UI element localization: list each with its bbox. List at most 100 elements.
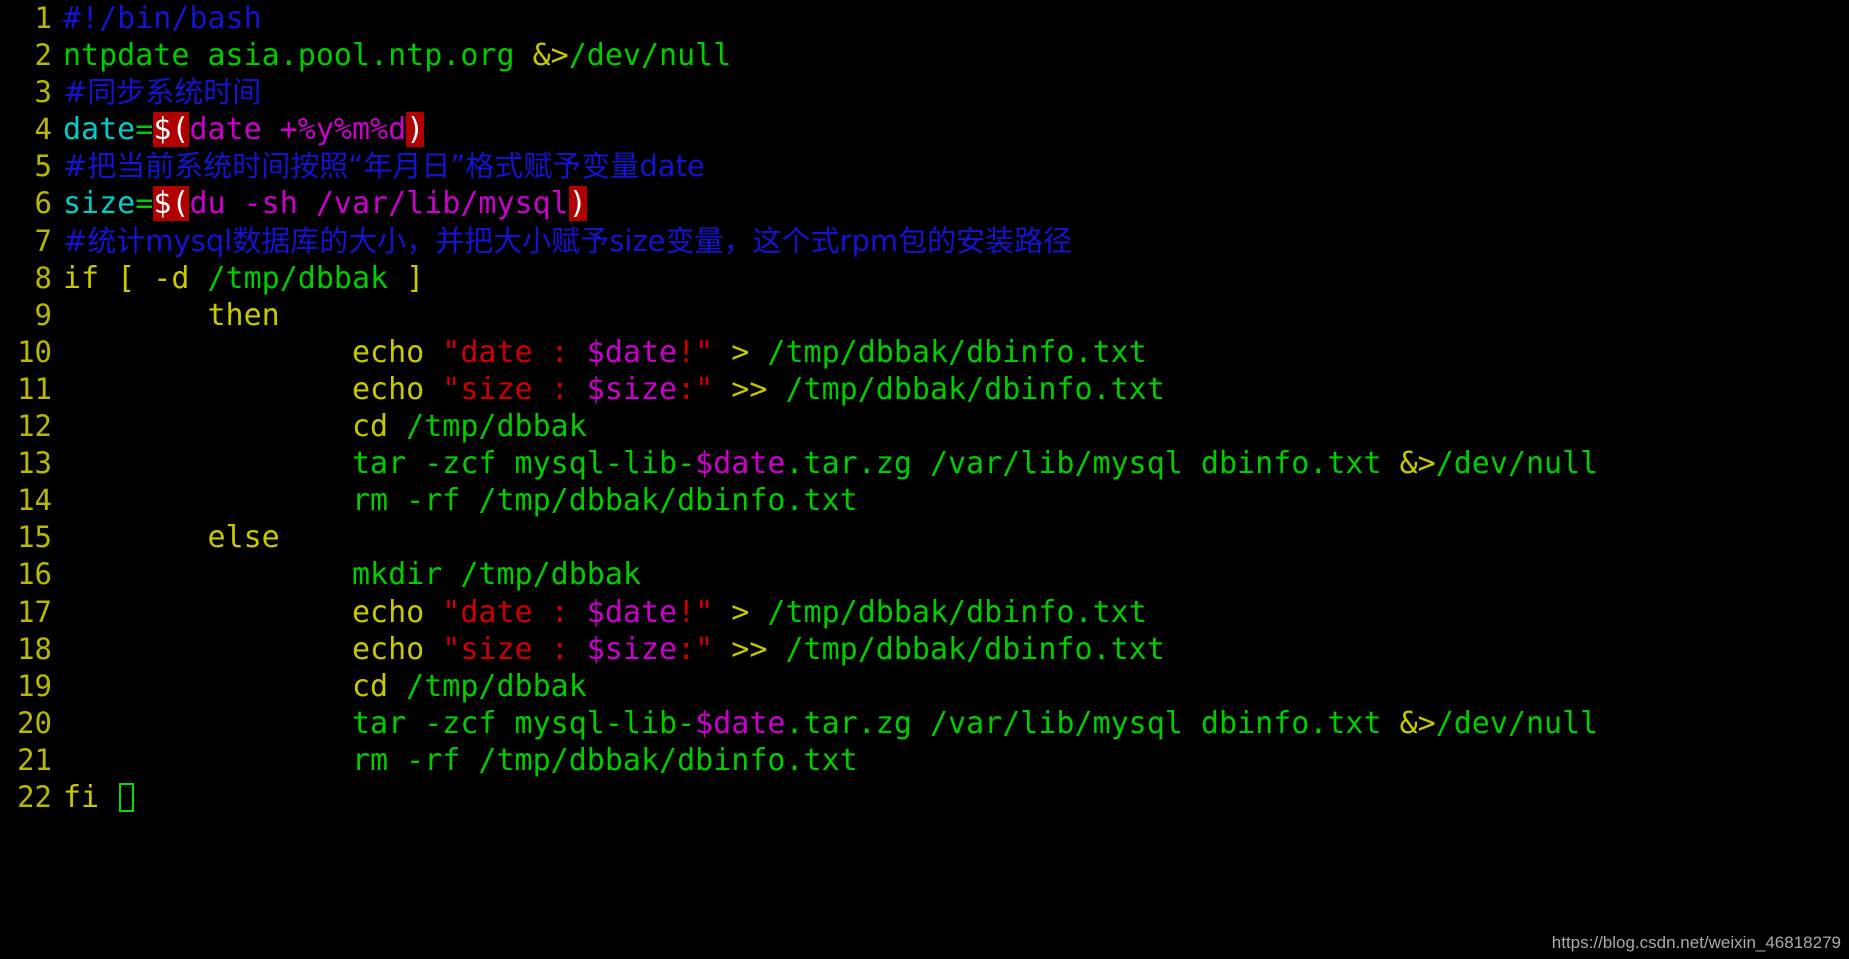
line-content: echo "size : $size:" >> /tmp/dbbak/dbinf… <box>52 371 1165 408</box>
line-number: 21 <box>17 742 52 777</box>
code-token: /tmp/dbbak/dbinfo.txt <box>767 334 1147 370</box>
code-token: = <box>135 186 154 222</box>
line-content: cd /tmp/dbbak <box>52 408 587 445</box>
code-line[interactable]: 16 mkdir /tmp/dbbak <box>0 556 1849 593</box>
line-content: #把当前系统时间按照“年月日”格式赋予变量date <box>52 148 705 185</box>
code-editor-surface[interactable]: 1 #!/bin/bash 2 ntpdate asia.pool.ntp.org &… <box>0 0 1849 959</box>
code-token: > <box>713 334 768 370</box>
code-token: &> <box>532 38 569 74</box>
line-number: 15 <box>17 520 52 555</box>
code-token: ntpdate asia.pool.ntp.org <box>63 38 533 74</box>
code-line[interactable]: 2 ntpdate asia.pool.ntp.org &>/dev/null <box>0 37 1849 74</box>
code-token: "date : <box>442 594 587 630</box>
line-number: 18 <box>17 631 52 666</box>
code-line[interactable]: 13 tar -zcf mysql-lib-$date.tar.zg /var/… <box>0 445 1849 482</box>
code-token: if [ -d <box>63 260 208 296</box>
line-number: 13 <box>17 446 52 481</box>
code-token: /dev/null <box>1435 446 1599 482</box>
code-token: fi <box>63 779 118 815</box>
code-line[interactable]: 15 else <box>0 519 1849 556</box>
code-line[interactable]: 12 cd /tmp/dbbak <box>0 408 1849 445</box>
code-line[interactable]: 22 fi <box>0 779 1849 816</box>
code-line[interactable]: 8 if [ -d /tmp/dbbak ] <box>0 260 1849 297</box>
code-line[interactable]: 10 echo "date : $date!" > /tmp/dbbak/dbi… <box>0 334 1849 371</box>
code-token: cd <box>63 409 407 445</box>
line-content: #同步系统时间 <box>52 74 261 111</box>
line-content: rm -rf /tmp/dbbak/dbinfo.txt <box>52 482 858 519</box>
code-token: /tmp/dbbak/dbinfo.txt <box>785 631 1165 667</box>
code-token: /tmp/dbbak <box>207 260 389 296</box>
line-content: date=$(date +%y%m%d) <box>52 111 425 148</box>
code-token: date <box>63 112 136 148</box>
code-token: mkdir /tmp/dbbak <box>63 557 641 593</box>
line-number: 16 <box>17 557 52 592</box>
line-content: then <box>52 297 280 334</box>
code-token: #!/bin/bash <box>63 1 262 36</box>
code-token: $( <box>153 186 190 222</box>
code-token: du -sh /var/lib/mysql <box>189 186 569 222</box>
line-content: cd /tmp/dbbak <box>52 668 587 705</box>
code-token: date +%y%m%d <box>189 112 407 148</box>
code-line[interactable]: 14 rm -rf /tmp/dbbak/dbinfo.txt <box>0 482 1849 519</box>
code-token: #统计mysql数据库的大小，并把大小赋予size变量，这个式rpm包的安装路径 <box>63 223 1073 258</box>
code-line[interactable]: 19 cd /tmp/dbbak <box>0 668 1849 705</box>
line-content: ntpdate asia.pool.ntp.org &>/dev/null <box>52 37 731 74</box>
code-token: #把当前系统时间按照“年月日”格式赋予变量date <box>63 149 705 184</box>
code-line[interactable]: 9 then <box>0 297 1849 334</box>
line-number: 1 <box>34 1 52 35</box>
line-number: 11 <box>17 371 52 406</box>
code-line[interactable]: 4 date=$(date +%y%m%d) <box>0 111 1849 148</box>
code-line[interactable]: 5 #把当前系统时间按照“年月日”格式赋予变量date <box>0 148 1849 185</box>
code-line[interactable]: 11 echo "size : $size:" >> /tmp/dbbak/db… <box>0 371 1849 408</box>
line-number: 17 <box>17 594 52 629</box>
line-number: 8 <box>34 260 52 295</box>
code-line[interactable]: 3 #同步系统时间 <box>0 74 1849 111</box>
code-token: ) <box>406 112 425 148</box>
line-content: echo "size : $size:" >> /tmp/dbbak/dbinf… <box>52 631 1165 668</box>
code-token: /dev/null <box>568 38 732 74</box>
code-token: /tmp/dbbak <box>406 668 587 704</box>
code-token: then <box>63 297 280 333</box>
code-token: /tmp/dbbak <box>406 409 587 445</box>
code-token: echo <box>63 594 443 630</box>
line-content: tar -zcf mysql-lib-$date.tar.zg /var/lib… <box>52 445 1598 482</box>
line-number: 3 <box>34 75 52 110</box>
code-line[interactable]: 7 #统计mysql数据库的大小，并把大小赋予size变量，这个式rpm包的安装路… <box>0 223 1849 260</box>
code-token: cd <box>63 668 407 704</box>
line-number: 7 <box>34 223 52 258</box>
code-token: .tar.zg /var/lib/mysql dbinfo.txt <box>785 446 1400 482</box>
code-token: echo <box>63 371 443 407</box>
code-token: :" <box>677 631 714 667</box>
code-line[interactable]: 20 tar -zcf mysql-lib-$date.tar.zg /var/… <box>0 705 1849 742</box>
line-number: 12 <box>17 409 52 444</box>
line-number: 22 <box>17 779 52 814</box>
code-line[interactable]: 21 rm -rf /tmp/dbbak/dbinfo.txt <box>0 742 1849 779</box>
code-token: $date <box>695 705 786 741</box>
line-content: else <box>52 519 280 556</box>
code-token: rm -rf /tmp/dbbak/dbinfo.txt <box>63 742 858 778</box>
line-content: #!/bin/bash <box>52 0 262 37</box>
code-token: !" <box>677 594 714 630</box>
code-line[interactable]: 1 #!/bin/bash <box>0 0 1849 37</box>
text-cursor <box>119 782 135 812</box>
code-line[interactable]: 17 echo "date : $date!" > /tmp/dbbak/dbi… <box>0 594 1849 631</box>
line-number: 14 <box>17 483 52 518</box>
code-token: $date <box>695 446 786 482</box>
code-line[interactable]: 6 size=$(du -sh /var/lib/mysql) <box>0 185 1849 222</box>
code-token: >> <box>713 371 786 407</box>
code-token: /tmp/dbbak/dbinfo.txt <box>767 594 1147 630</box>
line-content: echo "date : $date!" > /tmp/dbbak/dbinfo… <box>52 594 1147 631</box>
code-token: $size <box>586 371 678 407</box>
code-token: $date <box>586 334 678 370</box>
line-content: mkdir /tmp/dbbak <box>52 556 641 593</box>
line-content: #统计mysql数据库的大小，并把大小赋予size变量，这个式rpm包的安装路径 <box>52 223 1072 260</box>
code-token: size <box>63 186 136 222</box>
line-number: 6 <box>34 186 52 221</box>
watermark-url: https://blog.csdn.net/weixin_46818279 <box>1551 933 1841 952</box>
code-token: /dev/null <box>1435 705 1599 741</box>
code-token: !" <box>677 334 714 370</box>
code-line[interactable]: 18 echo "size : $size:" >> /tmp/dbbak/db… <box>0 631 1849 668</box>
code-token: /tmp/dbbak/dbinfo.txt <box>785 371 1165 407</box>
code-token: else <box>63 520 280 556</box>
